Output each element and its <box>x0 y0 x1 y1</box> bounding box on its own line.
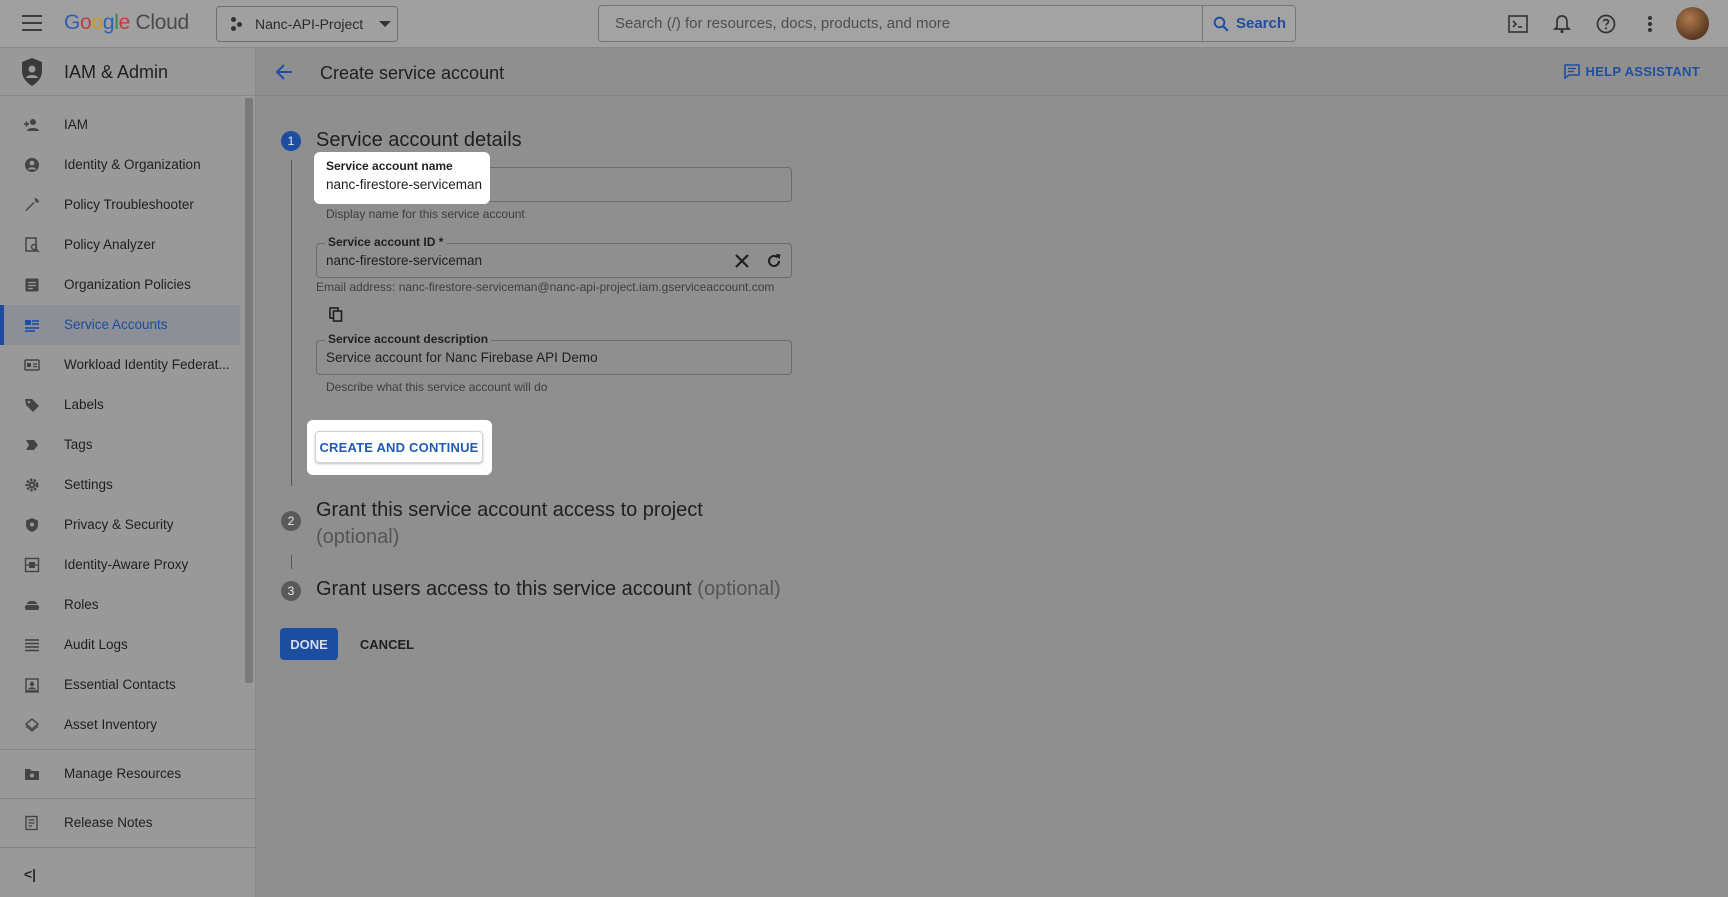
sidebar-divider <box>0 847 256 848</box>
sidebar-item-roles[interactable]: Roles <box>0 585 240 625</box>
account-circle-icon <box>25 158 39 172</box>
search-icon <box>1213 16 1229 31</box>
service-account-name-highlight[interactable]: Service account name nanc-firestore-serv… <box>314 152 490 204</box>
sidebar-divider <box>0 749 256 750</box>
search-bar: Search <box>598 5 1296 42</box>
chat-bubble-icon <box>1563 64 1580 79</box>
proxy-icon <box>24 557 40 573</box>
sidebar-item-asset-inventory[interactable]: Asset Inventory <box>0 705 240 745</box>
service-account-id-field[interactable]: Service account ID * nanc-firestore-serv… <box>316 235 792 278</box>
wrench-icon <box>25 198 39 211</box>
service-account-email-hint: Email address: nanc-firestore-serviceman… <box>316 280 775 294</box>
top-bar: Google Cloud Nanc-API-Project Search <box>0 0 1728 48</box>
service-account-name-label: Service account name <box>326 159 453 173</box>
service-account-id-label: Service account ID * <box>325 235 447 249</box>
step-2-title[interactable]: Grant this service account access to pro… <box>316 497 736 551</box>
folder-gear-icon <box>25 769 39 780</box>
project-name: Nanc-API-Project <box>255 16 364 32</box>
step-3-number: 3 <box>281 581 301 601</box>
search-input[interactable] <box>599 6 1203 41</box>
step-1-title[interactable]: Service account details <box>316 129 522 152</box>
list-document-icon <box>25 278 39 292</box>
service-account-name-value: nanc-firestore-serviceman <box>326 177 483 192</box>
service-account-name-hint: Display name for this service account <box>326 207 525 221</box>
gear-icon <box>25 478 39 492</box>
sidebar: IAM & Admin IAM Identity & Organization … <box>0 48 256 897</box>
collapse-sidebar-button[interactable]: <| <box>24 866 36 882</box>
search-button[interactable]: Search <box>1202 6 1295 41</box>
document-search-icon <box>25 237 40 253</box>
project-icon <box>231 17 245 31</box>
sidebar-item-organization-policies[interactable]: Organization Policies <box>0 265 240 305</box>
hamburger-menu-icon[interactable] <box>22 15 42 31</box>
service-account-icon <box>25 320 39 332</box>
page-header: Create service account HELP ASSISTANT <box>256 48 1728 96</box>
sidebar-item-release-notes[interactable]: Release Notes <box>0 803 240 843</box>
project-selector[interactable]: Nanc-API-Project <box>216 6 398 42</box>
sidebar-item-audit-logs[interactable]: Audit Logs <box>0 625 240 665</box>
notifications-bell-icon[interactable] <box>1550 12 1574 36</box>
cloud-shell-icon[interactable] <box>1506 12 1530 36</box>
create-and-continue-button[interactable]: CREATE AND CONTINUE <box>315 431 483 463</box>
sidebar-item-workload-identity-federation[interactable]: Workload Identity Federat... <box>0 345 240 385</box>
sidebar-item-policy-troubleshooter[interactable]: Policy Troubleshooter <box>0 185 240 225</box>
service-account-id-value: nanc-firestore-serviceman <box>326 253 483 268</box>
diamond-stack-icon <box>24 718 40 732</box>
create-and-continue-highlight: CREATE AND CONTINUE <box>307 420 492 475</box>
copy-icon[interactable] <box>329 307 343 322</box>
cancel-button[interactable]: CANCEL <box>354 628 420 660</box>
sidebar-item-essential-contacts[interactable]: Essential Contacts <box>0 665 240 705</box>
roles-icon <box>25 601 39 610</box>
step-connector-line <box>291 160 292 486</box>
sidebar-item-manage-resources[interactable]: Manage Resources <box>0 754 240 794</box>
user-avatar[interactable] <box>1676 7 1709 40</box>
step-3-optional: (optional) <box>697 578 781 600</box>
step-2-optional: (optional) <box>316 526 400 548</box>
more-vert-icon[interactable] <box>1638 12 1662 36</box>
sidebar-divider <box>0 798 256 799</box>
sidebar-item-labels[interactable]: Labels <box>0 385 240 425</box>
sidebar-item-identity-organization[interactable]: Identity & Organization <box>0 145 240 185</box>
sidebar-title: IAM & Admin <box>64 62 169 82</box>
label-icon <box>25 399 39 412</box>
list-icon <box>25 639 39 652</box>
service-account-description-value: Service account for Nanc Firebase API De… <box>326 350 598 365</box>
service-account-description-field[interactable]: Service account description Service acco… <box>316 332 792 375</box>
id-card-icon <box>24 359 40 371</box>
step-1-number: 1 <box>281 131 301 151</box>
iam-shield-icon <box>22 58 42 86</box>
done-button[interactable]: DONE <box>280 628 338 660</box>
tag-icon <box>26 440 38 450</box>
page-title: Create service account <box>320 63 505 83</box>
service-account-description-label: Service account description <box>325 332 492 346</box>
back-arrow-icon[interactable] <box>274 62 294 82</box>
shield-icon <box>26 518 38 532</box>
step-3-title[interactable]: Grant users access to this service accou… <box>316 578 781 601</box>
step-connector-line <box>291 555 292 569</box>
sidebar-item-tags[interactable]: Tags <box>0 425 240 465</box>
google-cloud-logo[interactable]: Google Cloud <box>64 11 189 35</box>
release-notes-icon <box>25 815 38 831</box>
sidebar-item-service-accounts[interactable]: Service Accounts <box>0 305 240 345</box>
chevron-down-icon <box>379 21 392 27</box>
help-icon[interactable] <box>1594 12 1618 36</box>
service-account-description-hint: Describe what this service account will … <box>326 380 548 394</box>
refresh-icon[interactable] <box>765 252 783 270</box>
sidebar-item-identity-aware-proxy[interactable]: Identity-Aware Proxy <box>0 545 240 585</box>
sidebar-item-iam[interactable]: IAM <box>0 105 240 145</box>
sidebar-item-privacy-security[interactable]: Privacy & Security <box>0 505 240 545</box>
step-2-number: 2 <box>281 511 301 531</box>
sidebar-header: IAM & Admin <box>0 48 256 96</box>
sidebar-scrollbar[interactable] <box>245 98 253 683</box>
contacts-icon <box>25 678 39 693</box>
sidebar-item-settings[interactable]: Settings <box>0 465 240 505</box>
person-add-icon <box>24 119 39 131</box>
help-assistant-button[interactable]: HELP ASSISTANT <box>1563 64 1700 79</box>
sidebar-item-policy-analyzer[interactable]: Policy Analyzer <box>0 225 240 265</box>
clear-close-icon[interactable] <box>734 253 750 269</box>
